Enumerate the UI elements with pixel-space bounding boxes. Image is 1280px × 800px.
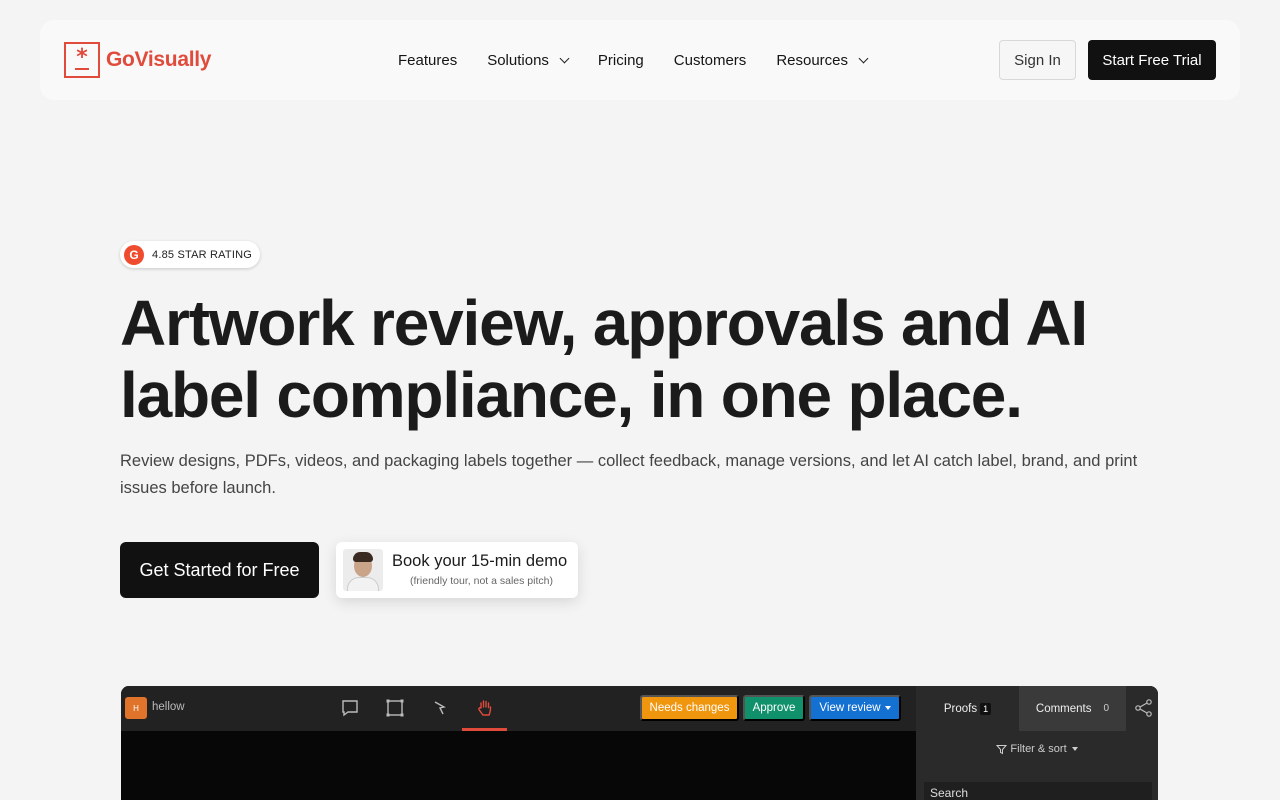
start-free-trial-button[interactable]: Start Free Trial (1088, 40, 1216, 80)
hero-headline: Artwork review, approvals and AI label c… (120, 287, 1088, 431)
nav-item-customers[interactable]: Customers (674, 52, 747, 69)
comments-count: 0 (1103, 703, 1110, 714)
review-side-panel: Proofs 1 Comments 0 Filter & sort Search (916, 686, 1158, 800)
nav-item-features[interactable]: Features (398, 52, 457, 69)
avatar (343, 549, 383, 591)
share-icon[interactable] (1134, 698, 1154, 718)
main-menu: Features Solutions Pricing Customers Res… (398, 50, 897, 70)
nav-item-resources[interactable]: Resources (776, 52, 869, 69)
get-started-button[interactable]: Get Started for Free (120, 542, 319, 598)
comment-icon[interactable] (339, 697, 361, 719)
app-preview: H hellow Needs changes Approve View revi… (121, 686, 1158, 800)
caret-down-icon (884, 706, 891, 710)
view-review-button[interactable]: View review (809, 695, 901, 721)
active-tool-indicator (462, 728, 507, 731)
brand-logo[interactable]: * GoVisually (64, 42, 211, 78)
approve-button[interactable]: Approve (743, 695, 805, 721)
pointer-icon[interactable] (429, 697, 451, 719)
rectangle-icon[interactable] (384, 697, 406, 719)
caret-down-icon (1071, 747, 1078, 752)
sign-in-button[interactable]: Sign In (999, 40, 1076, 80)
hand-icon[interactable] (474, 697, 496, 719)
chevron-down-icon (858, 53, 869, 63)
demo-title: Book your 15-min demo (392, 552, 568, 570)
file-avatar: H (125, 697, 147, 719)
proofs-count: 1 (980, 702, 992, 715)
tab-proofs[interactable]: Proofs 1 (916, 686, 1019, 731)
nav-item-solutions[interactable]: Solutions (487, 52, 570, 69)
rating-badge: G 4.85 STAR RATING (120, 241, 260, 268)
search-input[interactable]: Search (924, 782, 1152, 800)
needs-changes-button[interactable]: Needs changes (640, 695, 739, 721)
book-demo-button[interactable]: Book your 15-min demo (friendly tour, no… (336, 542, 578, 598)
rating-text: 4.85 STAR RATING (152, 248, 252, 261)
brand-name: GoVisually (106, 48, 212, 71)
app-toolbar: H hellow Needs changes Approve View revi… (121, 686, 916, 731)
hero-subtitle: Review designs, PDFs, videos, and packag… (120, 452, 1138, 497)
tab-comments[interactable]: Comments 0 (1019, 686, 1126, 731)
file-name: hellow (152, 701, 185, 713)
nav-item-pricing[interactable]: Pricing (598, 52, 644, 69)
logo-mark-icon: * (64, 42, 100, 78)
chevron-down-icon (559, 53, 570, 63)
g2-logo-icon: G (124, 244, 144, 265)
demo-subtitle: (friendly tour, not a sales pitch) (410, 575, 553, 587)
filter-icon (996, 744, 1008, 754)
filter-sort-button[interactable]: Filter & sort (916, 743, 1158, 755)
top-navbar: * GoVisually Features Solutions Pricing … (40, 20, 1240, 100)
